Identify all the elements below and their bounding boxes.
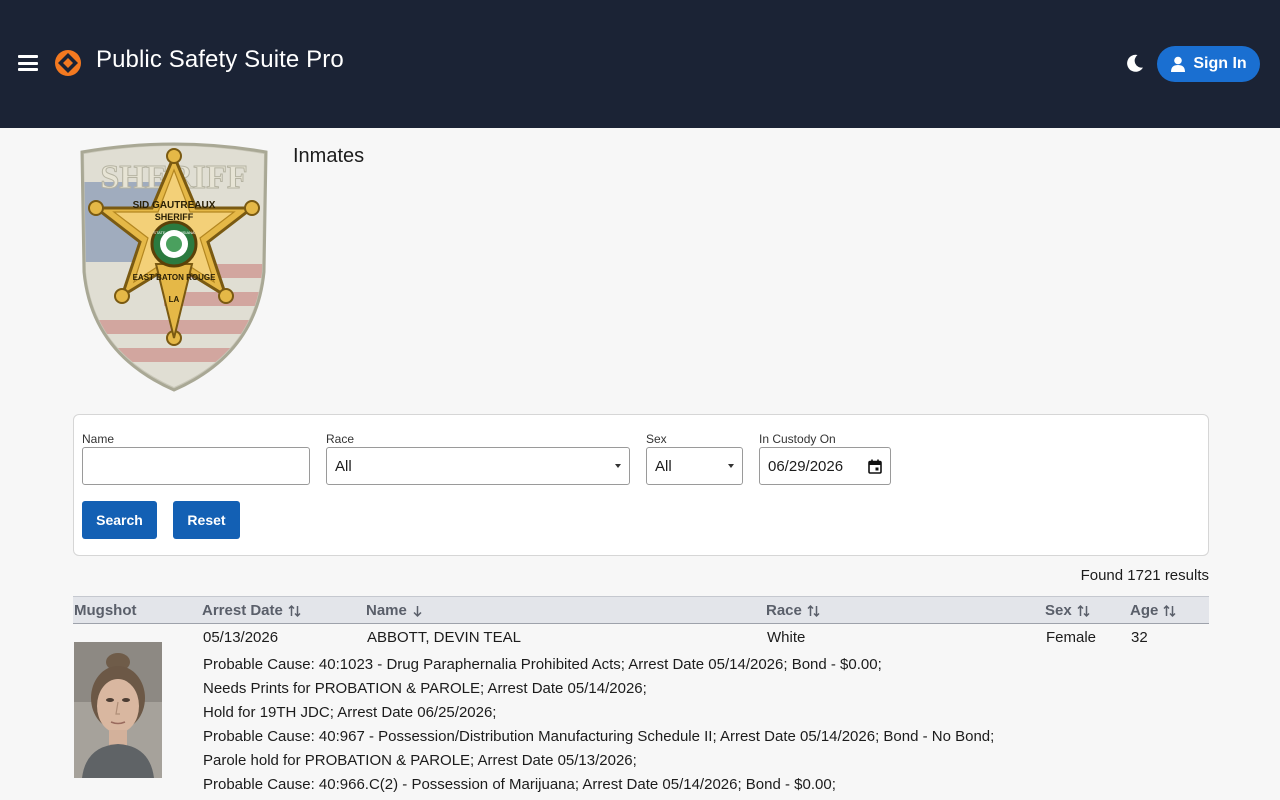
- badge-role-text: SHERIFF: [155, 212, 194, 222]
- custody-date-label: In Custody On: [759, 432, 836, 446]
- calendar-icon[interactable]: [868, 459, 882, 474]
- name-input[interactable]: [82, 447, 310, 485]
- column-label: Sex: [1045, 602, 1072, 619]
- sex-cell: Female: [1046, 629, 1097, 646]
- sort-icon: [288, 604, 301, 617]
- charges-list: Probable Cause: 40:1023 - Drug Paraphern…: [203, 653, 994, 797]
- column-header-mugshot: Mugshot: [74, 602, 136, 619]
- column-label: Mugshot: [74, 602, 137, 619]
- column-header-sex[interactable]: Sex: [1045, 602, 1090, 619]
- page-title: Inmates: [293, 145, 365, 167]
- chevron-down-icon: [728, 464, 734, 468]
- sort-icon: [1077, 604, 1090, 617]
- reset-button[interactable]: Reset: [173, 501, 240, 539]
- race-select-value: All: [335, 457, 352, 475]
- hamburger-menu-icon[interactable]: [18, 55, 38, 71]
- badge-seal-text: STATE OF LOUISIANA: [153, 230, 195, 235]
- charge-item: Hold for 19TH JDC; Arrest Date 06/25/202…: [203, 704, 497, 721]
- badge-state-text: LA: [169, 295, 180, 304]
- column-label: Arrest Date: [202, 602, 283, 619]
- app-title: Public Safety Suite Pro: [96, 46, 344, 73]
- race-select[interactable]: All: [326, 447, 630, 485]
- column-header-age[interactable]: Age: [1130, 602, 1176, 619]
- app-logo-icon: [55, 50, 81, 76]
- column-label: Name: [366, 602, 407, 619]
- charge-item: Needs Prints for PROBATION & PAROLE; Arr…: [203, 680, 647, 697]
- sheriff-badge-logo: SHERIFF SID GAUTREAUX SHERIFF STATE OF L…: [80, 142, 268, 392]
- custody-date-value: 06/29/2026: [768, 457, 844, 475]
- charge-item: Parole hold for PROBATION & PAROLE; Arre…: [203, 752, 637, 769]
- age-cell: 32: [1131, 629, 1148, 646]
- sort-icon: [1163, 604, 1176, 617]
- mugshot-photo[interactable]: [74, 642, 162, 778]
- name-field-label: Name: [82, 432, 115, 446]
- moon-icon[interactable]: [1124, 52, 1146, 74]
- badge-name-text: SID GAUTREAUX: [133, 200, 216, 211]
- chevron-down-icon: [615, 464, 621, 468]
- race-cell: White: [767, 629, 806, 646]
- search-button[interactable]: Search: [82, 501, 157, 539]
- charge-item: Probable Cause: 40:1023 - Drug Paraphern…: [203, 656, 882, 673]
- sex-field-label: Sex: [646, 432, 667, 446]
- badge-parish-text: EAST BATON ROUGE: [133, 273, 216, 282]
- search-filter-form: Name Race All Sex All In Custody On 06/2…: [73, 414, 1209, 556]
- charge-item: Probable Cause: 40:966.C(2) - Possession…: [203, 776, 836, 793]
- race-field-label: Race: [326, 432, 355, 446]
- sign-in-button[interactable]: Sign In: [1157, 46, 1260, 82]
- arrest-date-cell: 05/13/2026: [203, 629, 279, 646]
- column-label: Race: [766, 602, 802, 619]
- column-header-race[interactable]: Race: [766, 602, 820, 619]
- charge-item: Probable Cause: 40:967 - Possession/Dist…: [203, 728, 995, 745]
- results-count: Found 1721 results: [1080, 567, 1209, 584]
- top-navigation-bar: Public Safety Suite Pro Sign In: [0, 0, 1280, 128]
- sort-desc-icon: [413, 605, 422, 617]
- sort-icon: [807, 604, 820, 617]
- results-table-header: Mugshot Arrest Date Name Race Sex Age: [73, 596, 1209, 624]
- column-label: Age: [1130, 602, 1159, 619]
- sign-in-label: Sign In: [1193, 55, 1247, 72]
- name-cell[interactable]: ABBOTT, DEVIN TEAL: [367, 629, 521, 646]
- column-header-name[interactable]: Name: [366, 602, 423, 619]
- user-icon: [1171, 56, 1186, 72]
- sex-select-value: All: [655, 457, 672, 475]
- sex-select[interactable]: All: [646, 447, 743, 485]
- custody-date-input[interactable]: 06/29/2026: [759, 447, 891, 485]
- column-header-arrest-date[interactable]: Arrest Date: [202, 602, 301, 619]
